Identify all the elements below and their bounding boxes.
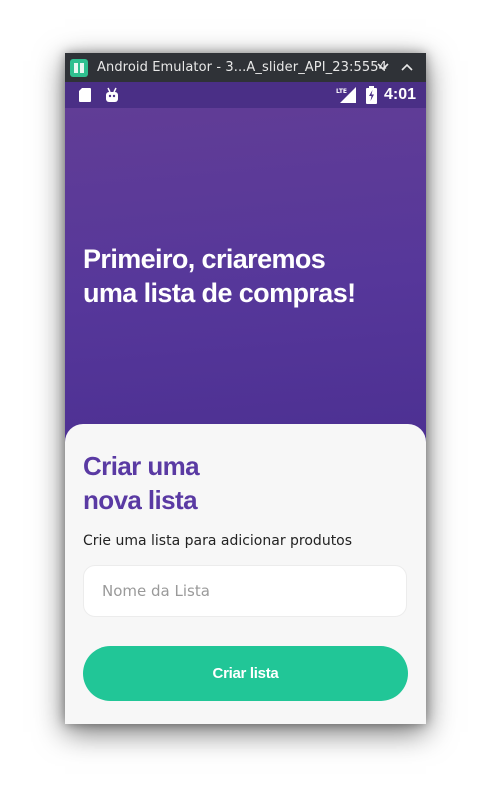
create-list-sheet: Criar uma nova lista Crie uma lista para… — [65, 424, 426, 724]
window-title: Android Emulator - 3...A_slider_API_23:5… — [97, 60, 387, 75]
chevron-down-icon[interactable] — [375, 59, 391, 75]
create-list-button[interactable]: Criar lista — [83, 646, 408, 701]
sheet-title: Criar uma nova lista — [83, 449, 283, 517]
emulator-app-icon — [70, 58, 88, 77]
sheet-title-line1: Criar uma — [83, 451, 200, 481]
battery-charging-icon — [366, 86, 377, 108]
sheet-subtitle: Crie uma lista para adicionar produtos — [83, 533, 353, 549]
hero-title-line1: Primeiro, criaremos — [83, 244, 326, 274]
hero-title: Primeiro, criaremos uma lista de compras… — [83, 242, 383, 310]
status-clock: 4:01 — [383, 86, 416, 103]
hero-title-line2: uma lista de compras! — [83, 278, 356, 308]
sd-card-icon — [78, 87, 92, 107]
window-titlebar[interactable]: Android Emulator - 3...A_slider_API_23:5… — [65, 53, 426, 82]
android-debug-icon — [104, 87, 120, 107]
list-name-input[interactable] — [83, 565, 407, 617]
chevron-up-icon[interactable] — [399, 59, 415, 75]
lte-label: LTE — [336, 88, 347, 95]
emulator-window: Android Emulator - 3...A_slider_API_23:5… — [65, 53, 426, 724]
lte-signal-icon: LTE — [336, 86, 358, 108]
android-status-bar: LTE 4:01 — [65, 82, 426, 108]
sheet-title-line2: nova lista — [83, 485, 198, 515]
hero-banner: Primeiro, criaremos uma lista de compras… — [65, 108, 426, 468]
